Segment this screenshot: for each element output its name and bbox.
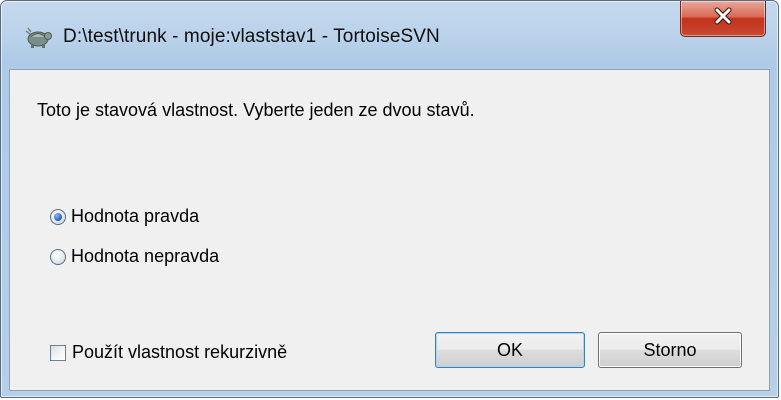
close-button[interactable] <box>680 1 766 37</box>
radio-button-false[interactable] <box>50 248 66 265</box>
recursive-label: Použít vlastnost rekurzivně <box>72 342 288 362</box>
title-bar[interactable]: D:\test\trunk - moje:vlaststav1 - Tortoi… <box>1 1 778 69</box>
tortoise-icon <box>23 25 53 49</box>
radio-option-false[interactable]: Hodnota nepravda <box>50 246 219 267</box>
radio-option-true[interactable]: Hodnota pravda <box>50 206 199 227</box>
recursive-option[interactable]: Použít vlastnost rekurzivně <box>50 342 287 363</box>
radio-button-true[interactable] <box>50 208 66 225</box>
cancel-button[interactable]: Storno <box>598 332 742 368</box>
dialog-client-area: Toto je stavová vlastnost. Vyberte jeden… <box>9 69 770 391</box>
ok-button[interactable]: OK <box>435 332 585 368</box>
window-title: D:\test\trunk - moje:vlaststav1 - Tortoi… <box>63 26 440 47</box>
description-text: Toto je stavová vlastnost. Vyberte jeden… <box>37 100 475 120</box>
radio-label-false: Hodnota nepravda <box>71 246 220 266</box>
close-icon <box>712 7 734 30</box>
radio-label-true: Hodnota pravda <box>71 206 200 226</box>
dialog-window: D:\test\trunk - moje:vlaststav1 - Tortoi… <box>0 0 779 398</box>
recursive-checkbox[interactable] <box>50 344 66 361</box>
